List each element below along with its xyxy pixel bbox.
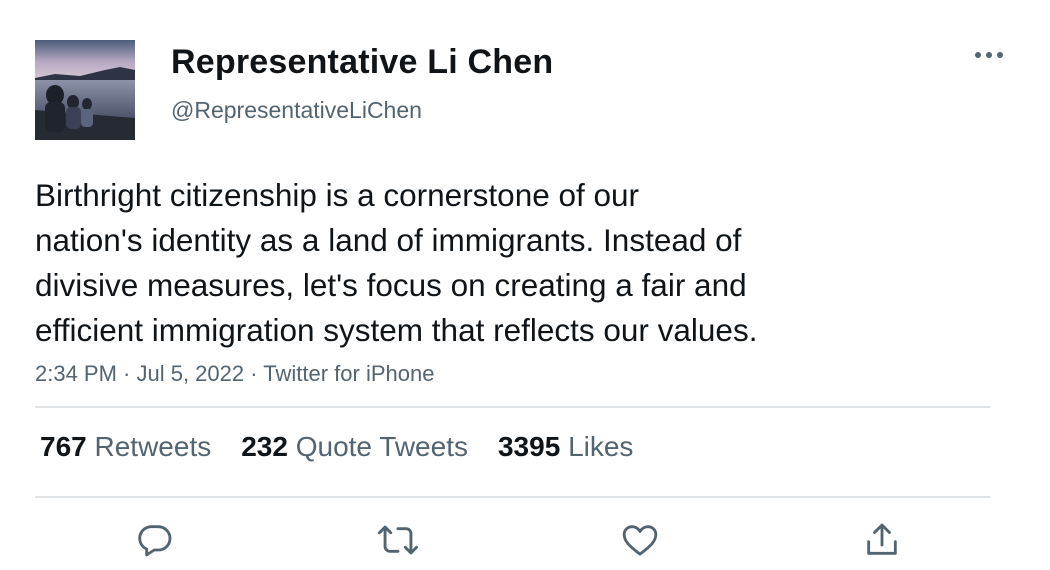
tweet-text-line: efficient immigration system that reflec… [35,312,758,348]
divider [35,406,990,408]
retweets-stat[interactable]: 767 Retweets [40,431,211,463]
like-heart-icon [622,525,658,556]
avatar[interactable] [35,40,135,140]
avatar-photo-icon [35,40,135,140]
likes-count: 3395 [497,431,561,462]
retweets-count: 767 [40,431,87,462]
likes-stat[interactable]: 3395 Likes [498,431,633,463]
share-icon [867,523,897,555]
tweet-text-line: nation's identity as a land of immigrant… [35,222,742,258]
tweet-text: Birthright citizenship is a cornerstone … [35,173,895,353]
more-horizontal-icon [975,52,1003,58]
more-options-button[interactable] [970,40,1008,70]
tweet-timestamp[interactable]: 2:34 PM · Jul 5, 2022 · Twitter for iPho… [35,361,434,387]
divider [35,496,990,498]
like-button[interactable] [618,518,662,562]
likes-label: Likes [568,431,634,462]
engagement-stats: 767 Retweets 232 Quote Tweets 3395 Likes [40,431,663,463]
quote-tweets-stat[interactable]: 232 Quote Tweets [241,431,468,463]
quote-tweets-count: 232 [241,431,288,462]
share-button[interactable] [860,518,904,562]
quote-tweets-label: Quote Tweets [295,431,468,462]
retweet-icon [377,525,419,555]
reply-button[interactable] [133,518,177,562]
retweet-button[interactable] [376,518,420,562]
display-name[interactable]: Representative Li Chen [171,43,553,82]
user-handle[interactable]: @RepresentativeLiChen [171,97,422,124]
retweets-label: Retweets [94,431,212,462]
tweet-card: Representative Li Chen @RepresentativeLi… [0,0,1050,570]
reply-icon [138,525,172,557]
tweet-text-line: divisive measures, let's focus on creati… [35,267,747,303]
tweet-text-line: Birthright citizenship is a cornerstone … [35,177,640,213]
